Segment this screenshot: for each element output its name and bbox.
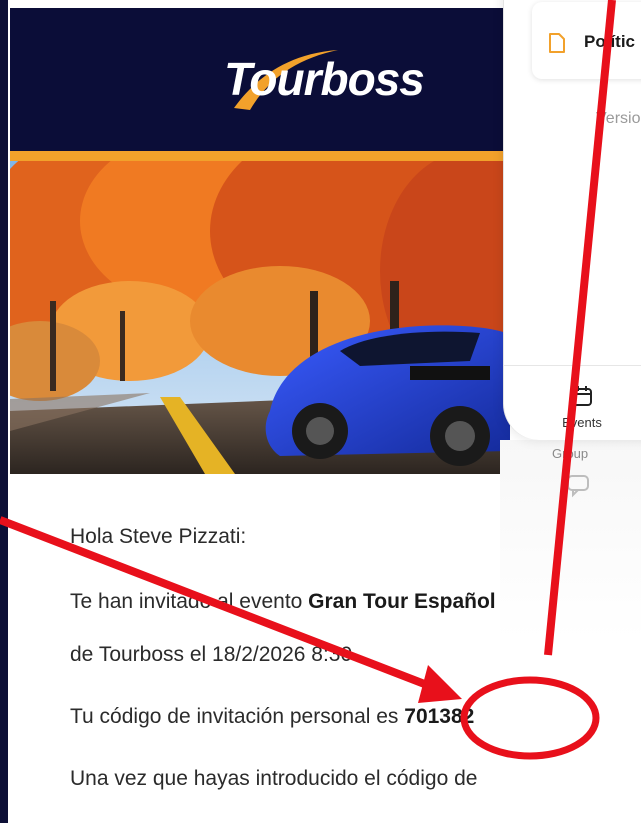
policy-label: Polític	[584, 32, 636, 51]
invite-text: Te han invitado al evento Gran Tour Espa…	[70, 590, 496, 614]
code-text: Tu código de invitación personal es 7013…	[70, 705, 474, 729]
event-name: Gran Tour Español	[308, 590, 496, 613]
code-prefix: Tu código de invitación personal es	[70, 705, 405, 728]
invite-date-text: de Tourboss el 18/2/2026 8:30.	[70, 643, 359, 666]
greeting-text: Hola Steve Pizzati:	[70, 525, 247, 548]
app-screen-overlay: Polític Versio Events	[503, 0, 641, 440]
banner-stripe	[10, 151, 510, 161]
followup-text: Una vez que hayas introducido el código …	[70, 767, 478, 790]
chat-icon	[567, 475, 589, 498]
invite-prefix: Te han invitado al evento	[70, 590, 309, 613]
hero-image	[10, 161, 510, 474]
logo-wordmark: Tourboss	[224, 53, 425, 105]
tab-bar-divider	[504, 365, 641, 366]
email-header-banner: Tourboss	[10, 8, 510, 151]
calendar-icon	[572, 386, 592, 406]
tab-group-label: Group	[552, 446, 589, 461]
document-icon	[549, 33, 565, 53]
autumn-road-car-image	[10, 161, 510, 474]
tab-events-label: Events	[562, 415, 602, 430]
invitation-code: 701382	[404, 705, 475, 728]
tab-events[interactable]: Events	[552, 384, 612, 430]
background-app-panel	[500, 440, 641, 640]
version-text: Versio	[596, 110, 641, 127]
